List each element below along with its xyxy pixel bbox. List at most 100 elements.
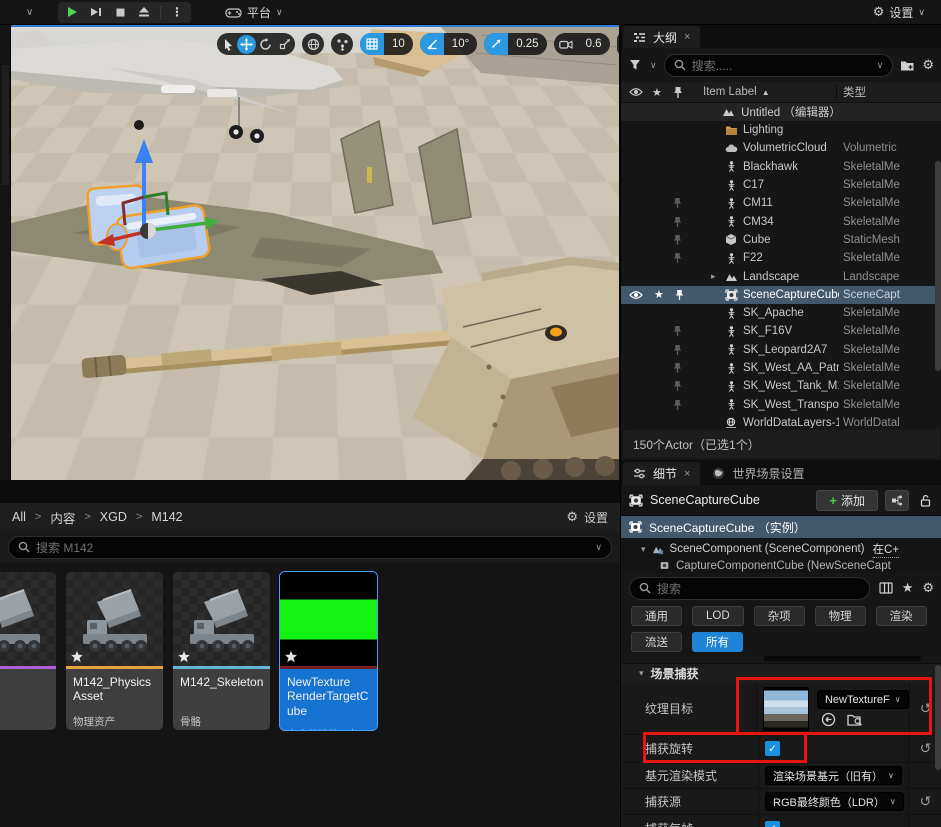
pin-icon[interactable] (673, 344, 682, 356)
component-row-capture-component[interactable]: CaptureComponentCube (NewSceneCapt (621, 560, 941, 573)
world-row[interactable]: Untitled （编辑器） (621, 103, 941, 121)
viewport[interactable]: 10 10° 0.25 0.6 (11, 25, 619, 480)
pin-icon[interactable] (673, 234, 682, 246)
grid-snap-control[interactable]: 10 (360, 33, 413, 55)
play-options-menu[interactable]: ⋮ (166, 3, 188, 22)
camera-speed-control[interactable]: 0.6 (554, 33, 610, 55)
table-row[interactable]: SK_Leopard2A7 SkeletalMe (621, 341, 941, 359)
tab-outliner[interactable]: 大纲 × (623, 26, 700, 48)
chevron-down-icon[interactable]: ∨ (877, 60, 884, 71)
collapse-arrow-icon[interactable]: ▾ (641, 544, 646, 555)
filter-chip[interactable]: LOD (692, 606, 744, 626)
table-row[interactable]: Cube StaticMesh (621, 231, 941, 249)
select-tool-button[interactable] (218, 35, 237, 54)
chevron-down-icon[interactable]: ∨ (650, 60, 657, 71)
table-row[interactable]: CM34 SkeletalMe (621, 212, 941, 230)
pin-icon[interactable] (673, 380, 682, 392)
play-button[interactable] (61, 3, 83, 22)
breadcrumb-item[interactable]: > XGD (84, 510, 127, 524)
asset-tile[interactable]: M142_Physics Asset 物理资产 (66, 572, 163, 730)
tab-world-settings[interactable]: 世界场景设置 (702, 462, 814, 485)
component-row-instance[interactable]: SceneCaptureCube （实例） (621, 516, 941, 538)
display-options-icon[interactable] (879, 582, 893, 594)
filter-chip[interactable]: 通用 (631, 606, 682, 626)
asset-tile[interactable]: 体 (0, 572, 56, 730)
stop-button[interactable] (109, 3, 131, 22)
horizontal-scrollbar[interactable] (764, 656, 921, 661)
asset-search-input[interactable]: 搜索 M142 ∨ (8, 536, 612, 559)
component-row-scene-component[interactable]: ▾ SceneComponent (SceneComponent) 在C+ (621, 538, 941, 560)
table-row[interactable]: SK_West_Transport_C SkeletalMe (621, 395, 941, 413)
type-column-header[interactable]: 类型 (843, 84, 866, 100)
platform-dropdown[interactable]: 平台 ∨ (225, 4, 283, 21)
pin-icon[interactable] (675, 289, 684, 301)
table-row[interactable]: Blackhawk SkeletalMe (621, 158, 941, 176)
table-row[interactable]: C17 SkeletalMe (621, 176, 941, 194)
eye-icon[interactable] (629, 290, 643, 300)
section-scene-capture[interactable]: ▾ 场景捕获 (621, 663, 941, 683)
browse-hierarchy-button[interactable] (885, 490, 909, 511)
viewport-layout-button[interactable] (617, 33, 619, 55)
breadcrumb-item[interactable]: All (12, 510, 26, 524)
details-scrollbar[interactable] (935, 665, 941, 770)
edit-in-cpp-link[interactable]: 在C+ (873, 541, 900, 558)
browse-to-asset-icon[interactable] (847, 712, 863, 727)
toolbar-overflow-chevron[interactable]: ∨ (26, 7, 40, 18)
pin-icon[interactable] (673, 216, 682, 228)
content-browser-settings[interactable]: ⚙ 设置 (566, 509, 608, 526)
table-row[interactable]: VolumetricCloud Volumetric (621, 139, 941, 157)
table-row[interactable]: SK_Apache SkeletalMe (621, 304, 941, 322)
tab-details[interactable]: 细节 × (623, 462, 700, 485)
pin-column-icon[interactable] (673, 86, 683, 99)
texture-target-thumbnail[interactable] (763, 687, 809, 731)
star-icon[interactable]: ★ (654, 288, 664, 301)
pin-icon[interactable] (673, 252, 682, 264)
visibility-column-eye-icon[interactable] (629, 87, 643, 97)
capture-every-frame-checkbox[interactable]: ✓ (765, 821, 780, 827)
filter-chip[interactable]: 渲染 (876, 606, 927, 626)
pin-icon[interactable] (673, 325, 682, 337)
pin-icon[interactable] (673, 362, 682, 374)
add-component-button[interactable]: + 添加 (816, 490, 878, 511)
world-local-toggle-button[interactable] (302, 33, 324, 55)
eject-button[interactable] (133, 3, 155, 22)
table-row[interactable]: SK_West_Tank_M1A1 SkeletalMe (621, 377, 941, 395)
item-label-column-header[interactable]: Item Label ▲ (703, 86, 770, 98)
expand-arrow-icon[interactable]: ▸ (711, 271, 716, 282)
filter-chip[interactable]: 所有 (692, 632, 743, 652)
pin-icon[interactable] (673, 399, 682, 411)
details-settings-gear-icon[interactable]: ⚙ (922, 580, 934, 596)
lock-icon[interactable] (916, 494, 934, 507)
capture-rotation-checkbox[interactable]: ✓ (765, 741, 780, 756)
close-icon[interactable]: × (684, 31, 690, 43)
outliner-search-input[interactable]: 搜索..... ∨ (664, 54, 894, 77)
primitive-render-mode-dropdown[interactable]: 渲染场景基元（旧有） ∨ (765, 766, 902, 785)
table-row[interactable]: SK_F16V SkeletalMe (621, 322, 941, 340)
close-icon[interactable]: × (684, 468, 690, 480)
frame-skip-button[interactable] (85, 3, 107, 22)
scale-snap-control[interactable]: 0.25 (484, 33, 546, 55)
table-row[interactable]: Lighting (621, 121, 941, 139)
table-row[interactable]: CM11 SkeletalMe (621, 194, 941, 212)
reset-to-default-button[interactable]: ↺ (908, 789, 941, 814)
table-row[interactable]: ▸ Landscape Landscape (621, 267, 941, 285)
table-row[interactable]: SK_West_AA_Patriot SkeletalMe (621, 359, 941, 377)
rotate-tool-button[interactable] (256, 35, 275, 54)
texture-target-dropdown[interactable]: NewTextureF ∨ (817, 690, 909, 709)
filter-chip[interactable]: 流送 (631, 632, 682, 652)
breadcrumb-item[interactable]: > M142 (136, 510, 183, 524)
table-row[interactable]: F22 SkeletalMe (621, 249, 941, 267)
scale-tool-button[interactable] (275, 35, 294, 54)
asset-tile[interactable]: M142_Skeleton 骨骼 (173, 572, 270, 730)
settings-dropdown[interactable]: ⚙ 设置 ∨ (873, 4, 925, 21)
move-tool-button[interactable] (237, 35, 256, 54)
favorite-column-star-icon[interactable]: ★ (652, 86, 662, 99)
table-row[interactable]: WorldDataLayers-1 WorldDatal (621, 414, 941, 428)
breadcrumb-item[interactable]: > 内容 (35, 508, 75, 527)
filter-chip[interactable]: 物理 (815, 606, 866, 626)
favorites-star-icon[interactable]: ★ (902, 580, 914, 596)
asset-tile[interactable]: NewTexture RenderTargetCube 立方体渲染目标 (280, 572, 377, 730)
filter-icon[interactable] (629, 59, 643, 71)
use-selected-asset-icon[interactable] (821, 712, 836, 727)
details-search-input[interactable]: 搜索 (629, 577, 870, 600)
